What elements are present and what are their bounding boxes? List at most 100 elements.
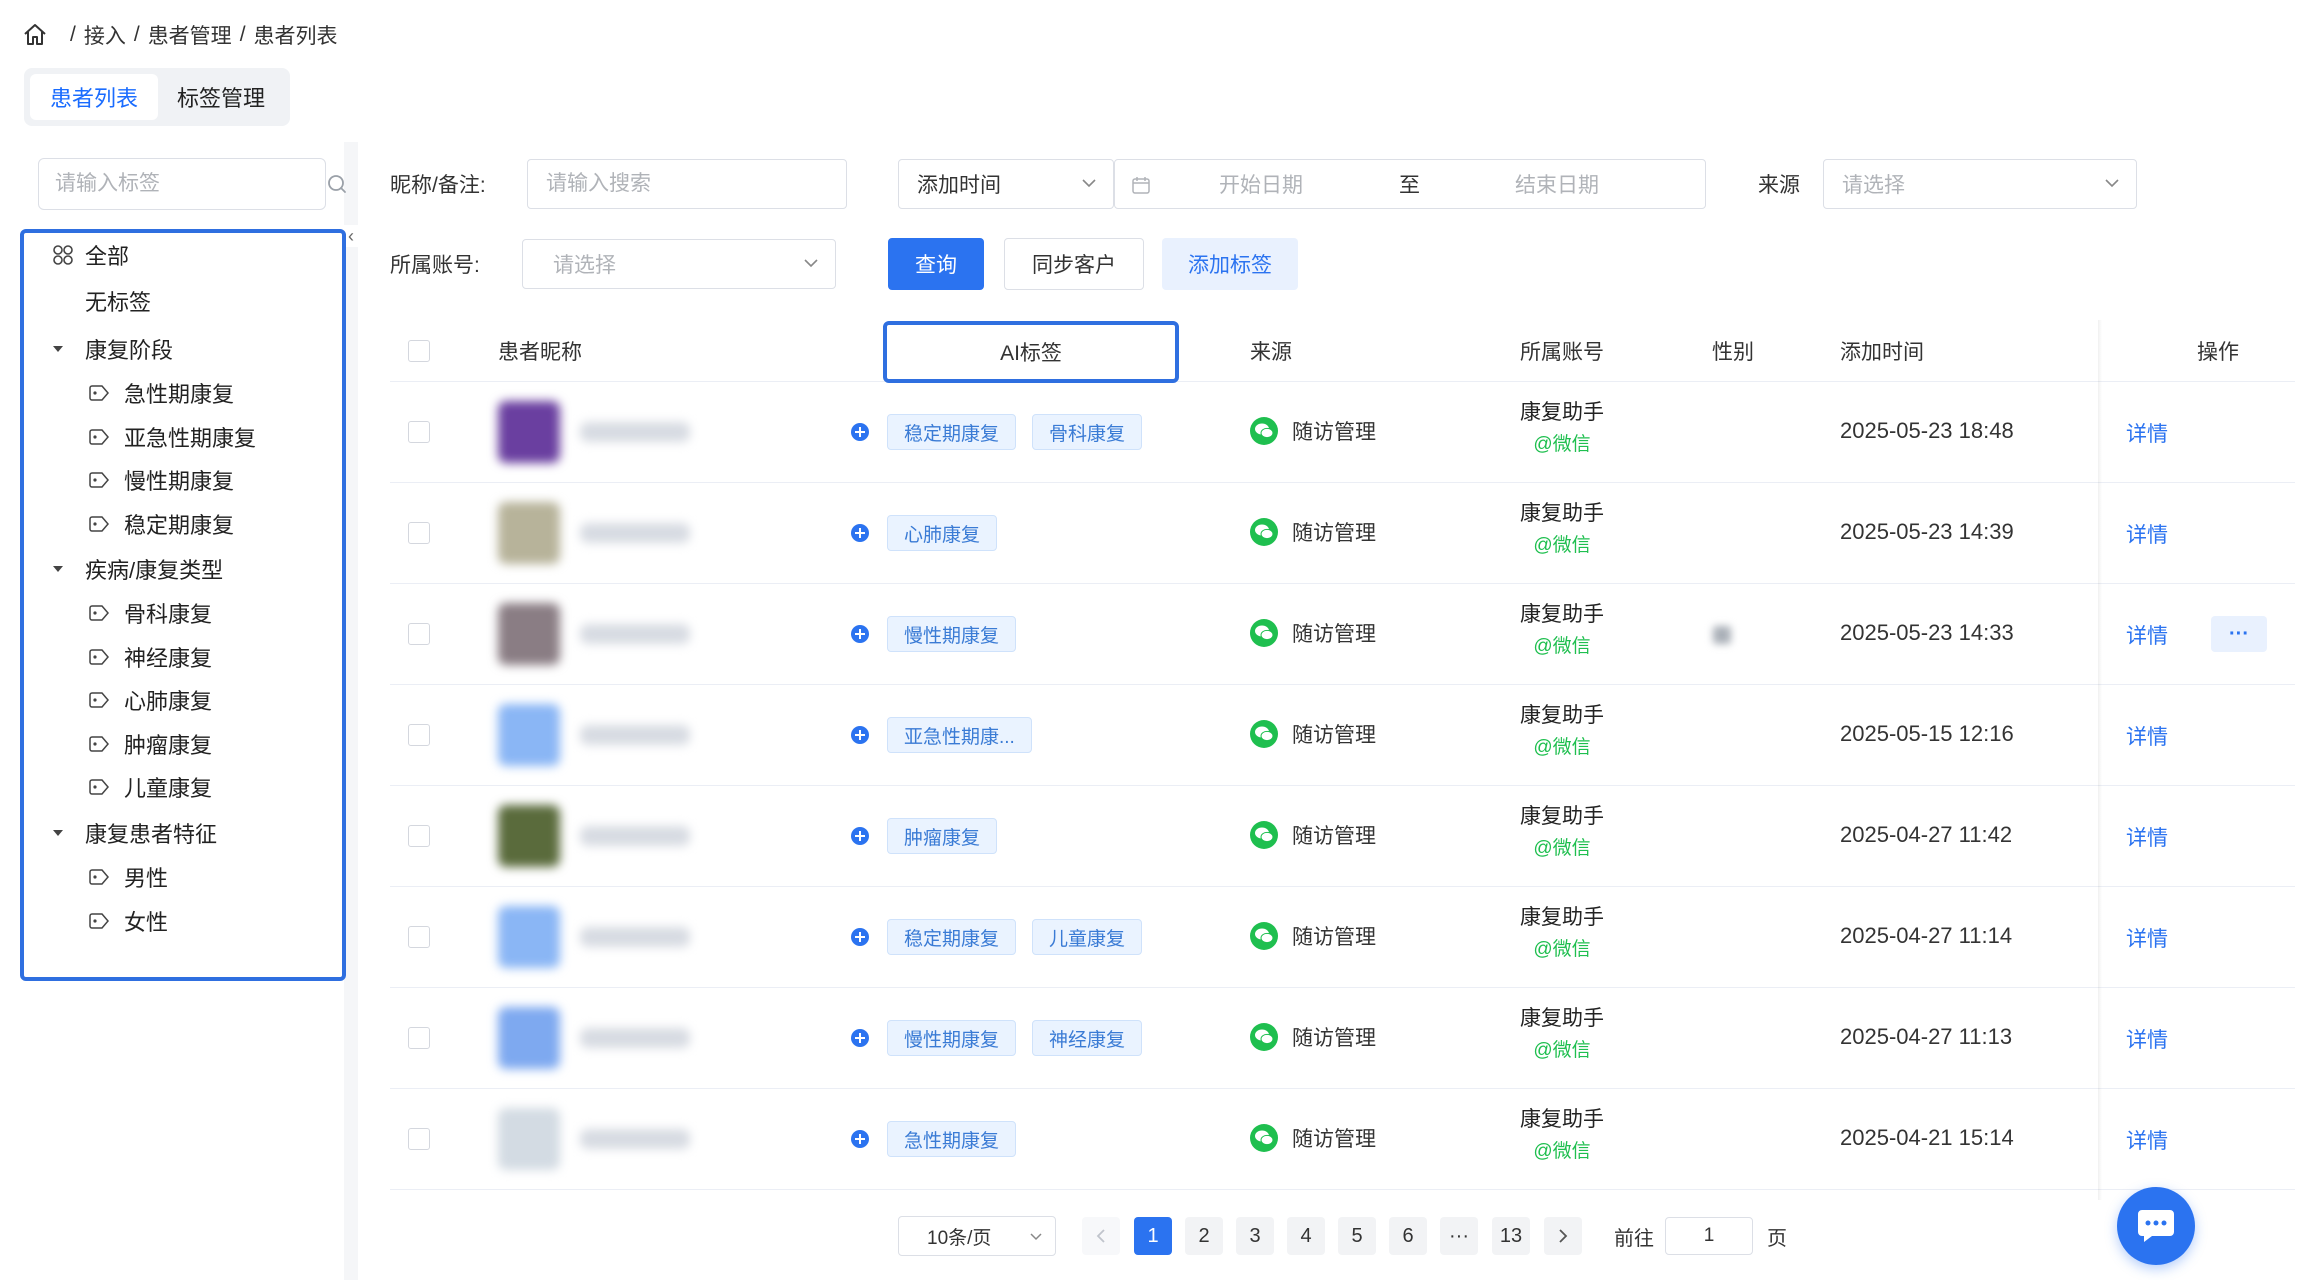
tree-node-all[interactable]: 全部 (51, 235, 129, 275)
nickname-field[interactable] (527, 159, 847, 209)
patient-cell[interactable] (498, 906, 690, 968)
tree-group[interactable]: 疾病/康复类型 (51, 549, 223, 589)
add-tag-icon[interactable] (850, 624, 870, 644)
add-tag-button[interactable]: 添加标签 (1162, 238, 1298, 290)
tree-item[interactable]: 肿瘤康复 (88, 724, 212, 764)
patient-cell[interactable] (498, 603, 690, 665)
row-checkbox[interactable] (408, 724, 430, 746)
chat-support-button[interactable] (2117, 1187, 2195, 1265)
patient-cell[interactable] (498, 1007, 690, 1069)
more-actions-button[interactable]: ··· (2211, 616, 2267, 652)
add-tag-icon[interactable] (850, 826, 870, 846)
start-date[interactable]: 开始日期 (1219, 169, 1303, 199)
home-icon[interactable] (22, 22, 48, 48)
tree-item[interactable]: 急性期康复 (88, 373, 234, 413)
ai-tag[interactable]: 心肺康复 (887, 515, 998, 551)
tree-item[interactable]: 男性 (88, 857, 168, 897)
end-date[interactable]: 结束日期 (1515, 169, 1599, 199)
tree-item[interactable]: 神经康复 (88, 637, 212, 677)
add-tag-icon[interactable] (850, 927, 870, 947)
ai-tag[interactable]: 慢性期康复 (887, 1020, 1017, 1056)
breadcrumb-item[interactable]: 接入 (84, 20, 126, 50)
ai-tag[interactable]: 稳定期康复 (887, 919, 1017, 955)
ai-tag[interactable]: 稳定期康复 (887, 414, 1017, 450)
tree-group[interactable]: 康复阶段 (51, 329, 173, 369)
patient-cell[interactable] (498, 1108, 690, 1170)
add-tag-icon[interactable] (850, 1129, 870, 1149)
page-size-select[interactable]: 10条/页 (898, 1216, 1056, 1256)
tab-tag-management[interactable]: 标签管理 (158, 74, 284, 120)
avatar (498, 1007, 560, 1069)
tree-item-label: 急性期康复 (124, 382, 235, 407)
tag-search-input[interactable] (55, 172, 326, 196)
tree-node-untagged[interactable]: 无标签 (85, 281, 151, 321)
patient-nickname-blurred (580, 422, 690, 442)
ai-tag[interactable]: 儿童康复 (1032, 919, 1143, 955)
detail-link[interactable]: 详情 (2126, 721, 2168, 751)
row-checkbox[interactable] (408, 421, 430, 443)
tag-search-field[interactable] (38, 158, 346, 210)
page-number-button[interactable]: 4 (1287, 1217, 1325, 1255)
tab-patient-list[interactable]: 患者列表 (30, 74, 158, 120)
add-tag-icon[interactable] (850, 523, 870, 543)
detail-link[interactable]: 详情 (2126, 1024, 2168, 1054)
search-icon[interactable] (326, 173, 348, 195)
detail-link[interactable]: 详情 (2126, 822, 2168, 852)
query-button[interactable]: 查询 (888, 238, 984, 290)
patient-cell[interactable] (498, 805, 690, 867)
patient-cell[interactable] (498, 502, 690, 564)
ai-tags-cell: 亚急性期康... (887, 717, 1048, 753)
tree-item[interactable]: 儿童康复 (88, 767, 212, 807)
add-tag-icon[interactable] (850, 1028, 870, 1048)
patient-cell[interactable] (498, 401, 690, 463)
page-ellipsis-button[interactable]: ··· (1440, 1217, 1478, 1255)
time-type-select[interactable]: 添加时间 (898, 159, 1114, 209)
tree-item[interactable]: 稳定期康复 (88, 504, 234, 544)
detail-link[interactable]: 详情 (2126, 418, 2168, 448)
page-number-button[interactable]: 5 (1338, 1217, 1376, 1255)
ai-tag[interactable]: 神经康复 (1032, 1020, 1143, 1056)
page-number-button[interactable]: 6 (1389, 1217, 1427, 1255)
detail-link[interactable]: 详情 (2126, 1125, 2168, 1155)
date-range-picker[interactable]: 开始日期 至 结束日期 (1114, 159, 1706, 209)
tree-item[interactable]: 亚急性期康复 (88, 417, 256, 457)
row-checkbox[interactable] (408, 1128, 430, 1150)
detail-link[interactable]: 详情 (2126, 923, 2168, 953)
row-checkbox[interactable] (408, 1027, 430, 1049)
page-number-button[interactable]: 13 (1492, 1217, 1530, 1255)
goto-page-input[interactable] (1665, 1217, 1753, 1255)
breadcrumb-item[interactable]: 患者管理 (148, 20, 232, 50)
page-number-button[interactable]: 3 (1236, 1217, 1274, 1255)
patient-nickname-blurred (580, 826, 690, 846)
row-checkbox[interactable] (408, 522, 430, 544)
ai-tag[interactable]: 慢性期康复 (887, 616, 1017, 652)
row-checkbox[interactable] (408, 926, 430, 948)
tree-item[interactable]: 骨科康复 (88, 593, 212, 633)
tree-item[interactable]: 心肺康复 (88, 680, 212, 720)
page-number-button[interactable]: 2 (1185, 1217, 1223, 1255)
row-checkbox[interactable] (408, 825, 430, 847)
tree-item[interactable]: 慢性期康复 (88, 460, 234, 500)
ai-tag[interactable]: 急性期康复 (887, 1121, 1017, 1157)
tree-group[interactable]: 康复患者特征 (51, 813, 217, 853)
account-select[interactable]: 请选择 (522, 239, 836, 289)
tree-item[interactable]: 女性 (88, 901, 168, 941)
tag-icon (89, 912, 109, 929)
add-tag-icon[interactable] (850, 422, 870, 442)
tree-group-label: 康复患者特征 (85, 822, 218, 847)
detail-link[interactable]: 详情 (2126, 519, 2168, 549)
ai-tag[interactable]: 骨科康复 (1032, 414, 1143, 450)
sync-customers-button[interactable]: 同步客户 (1004, 238, 1144, 290)
nickname-input[interactable] (546, 172, 828, 196)
source-select[interactable]: 请选择 (1823, 159, 2137, 209)
detail-link[interactable]: 详情 (2126, 620, 2168, 650)
select-all-checkbox[interactable] (408, 340, 430, 362)
prev-page-button[interactable] (1082, 1217, 1120, 1255)
patient-cell[interactable] (498, 704, 690, 766)
add-tag-icon[interactable] (850, 725, 870, 745)
next-page-button[interactable] (1544, 1217, 1582, 1255)
ai-tag[interactable]: 亚急性期康... (887, 717, 1032, 753)
ai-tag[interactable]: 肿瘤康复 (887, 818, 998, 854)
row-checkbox[interactable] (408, 623, 430, 645)
page-number-button[interactable]: 1 (1134, 1217, 1172, 1255)
